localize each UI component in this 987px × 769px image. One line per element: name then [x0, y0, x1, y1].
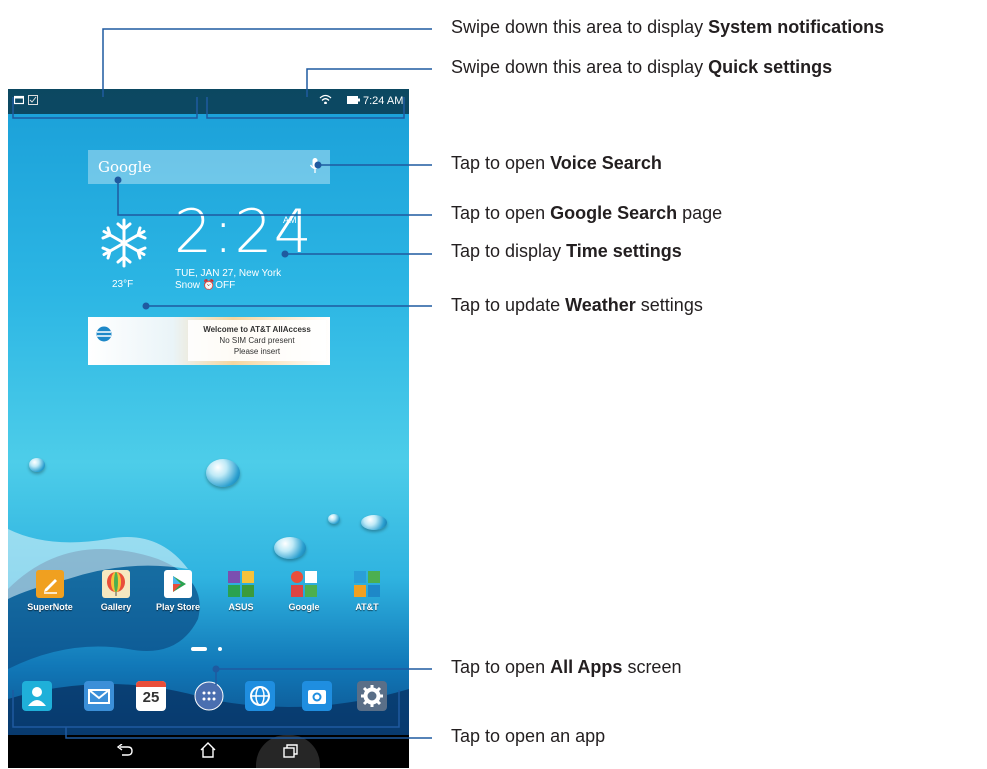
google-search-line [117, 180, 432, 216]
quick-settings-line [306, 68, 432, 97]
system-notifications-bracket [12, 97, 198, 119]
open-app-line [65, 727, 432, 739]
callout-open-app: Tap to open an app [451, 726, 606, 746]
all-apps-line [215, 668, 432, 685]
callout-system-notifications: Swipe down this area to display System n… [451, 17, 885, 37]
callout-lines [12, 28, 432, 739]
callout-weather-settings: Tap to update Weather settings [451, 295, 703, 315]
quick-settings-bracket [206, 97, 405, 119]
system-notifications-line [102, 28, 432, 97]
callout-voice-search: Tap to open Voice Search [451, 153, 662, 173]
callout-quick-settings: Swipe down this area to display Quick se… [451, 57, 833, 77]
callout-time-settings: Tap to display Time settings [451, 241, 682, 261]
callout-google-search: Tap to open Google Search page [451, 203, 723, 223]
open-app-bracket [12, 690, 400, 728]
callout-all-apps: Tap to open All Apps screen [451, 657, 682, 677]
